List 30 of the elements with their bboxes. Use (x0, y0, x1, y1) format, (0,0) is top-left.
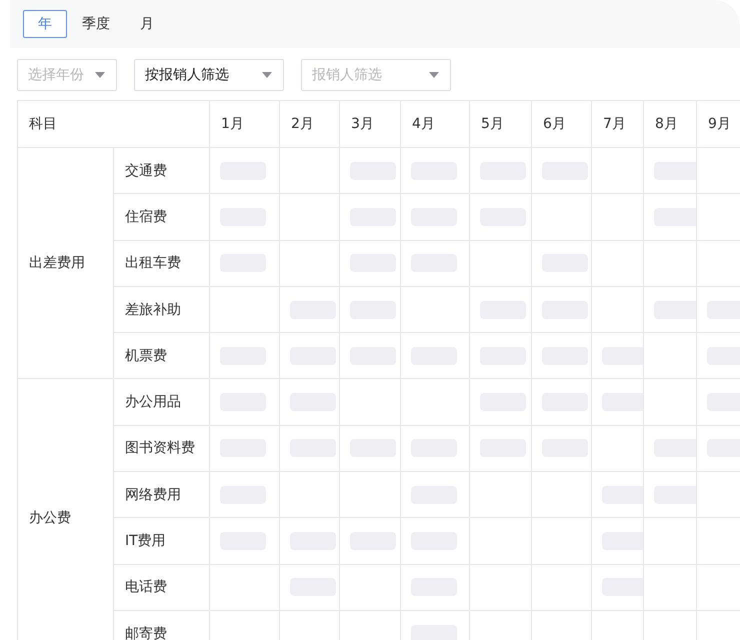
caret-icon (95, 72, 105, 78)
column-header: 4月 (400, 101, 469, 148)
table-cell: 办公用品 (113, 379, 209, 426)
table-cell: 网络费用 (113, 472, 209, 518)
table-cell: 电话费 (113, 564, 209, 611)
column-header: 7月 (591, 101, 643, 148)
table-cell: 出差费用 (17, 148, 113, 380)
tab[interactable]: 季度 (67, 10, 125, 38)
column-header: 6月 (531, 101, 591, 148)
table-cell: 办公费 (17, 379, 113, 640)
tab[interactable]: 月 (125, 10, 169, 38)
table-cell: 邮寄费 (113, 610, 209, 640)
column-header: 3月 (339, 101, 400, 148)
table-cell: 机票费 (113, 333, 209, 380)
table-cell: 交通费 (113, 148, 209, 194)
table-cell: 差旅补助 (113, 286, 209, 334)
caret-icon (262, 72, 272, 78)
table-cell: 住宿费 (113, 194, 209, 241)
column-header: 科目 (17, 101, 209, 148)
column-header: 5月 (469, 101, 531, 148)
tab[interactable]: 年 (23, 10, 67, 38)
column-header: 1月 (209, 101, 279, 148)
column-header: 2月 (279, 101, 339, 148)
column-header: 9月 (696, 101, 740, 148)
table-cell: IT费用 (113, 518, 209, 565)
caret-icon (429, 72, 439, 78)
dropdown-field[interactable]: 按报销人筛选 (134, 59, 284, 91)
table-cell: 图书资料费 (113, 426, 209, 472)
column-header: 8月 (643, 101, 696, 148)
table-cell: 出租车费 (113, 240, 209, 287)
